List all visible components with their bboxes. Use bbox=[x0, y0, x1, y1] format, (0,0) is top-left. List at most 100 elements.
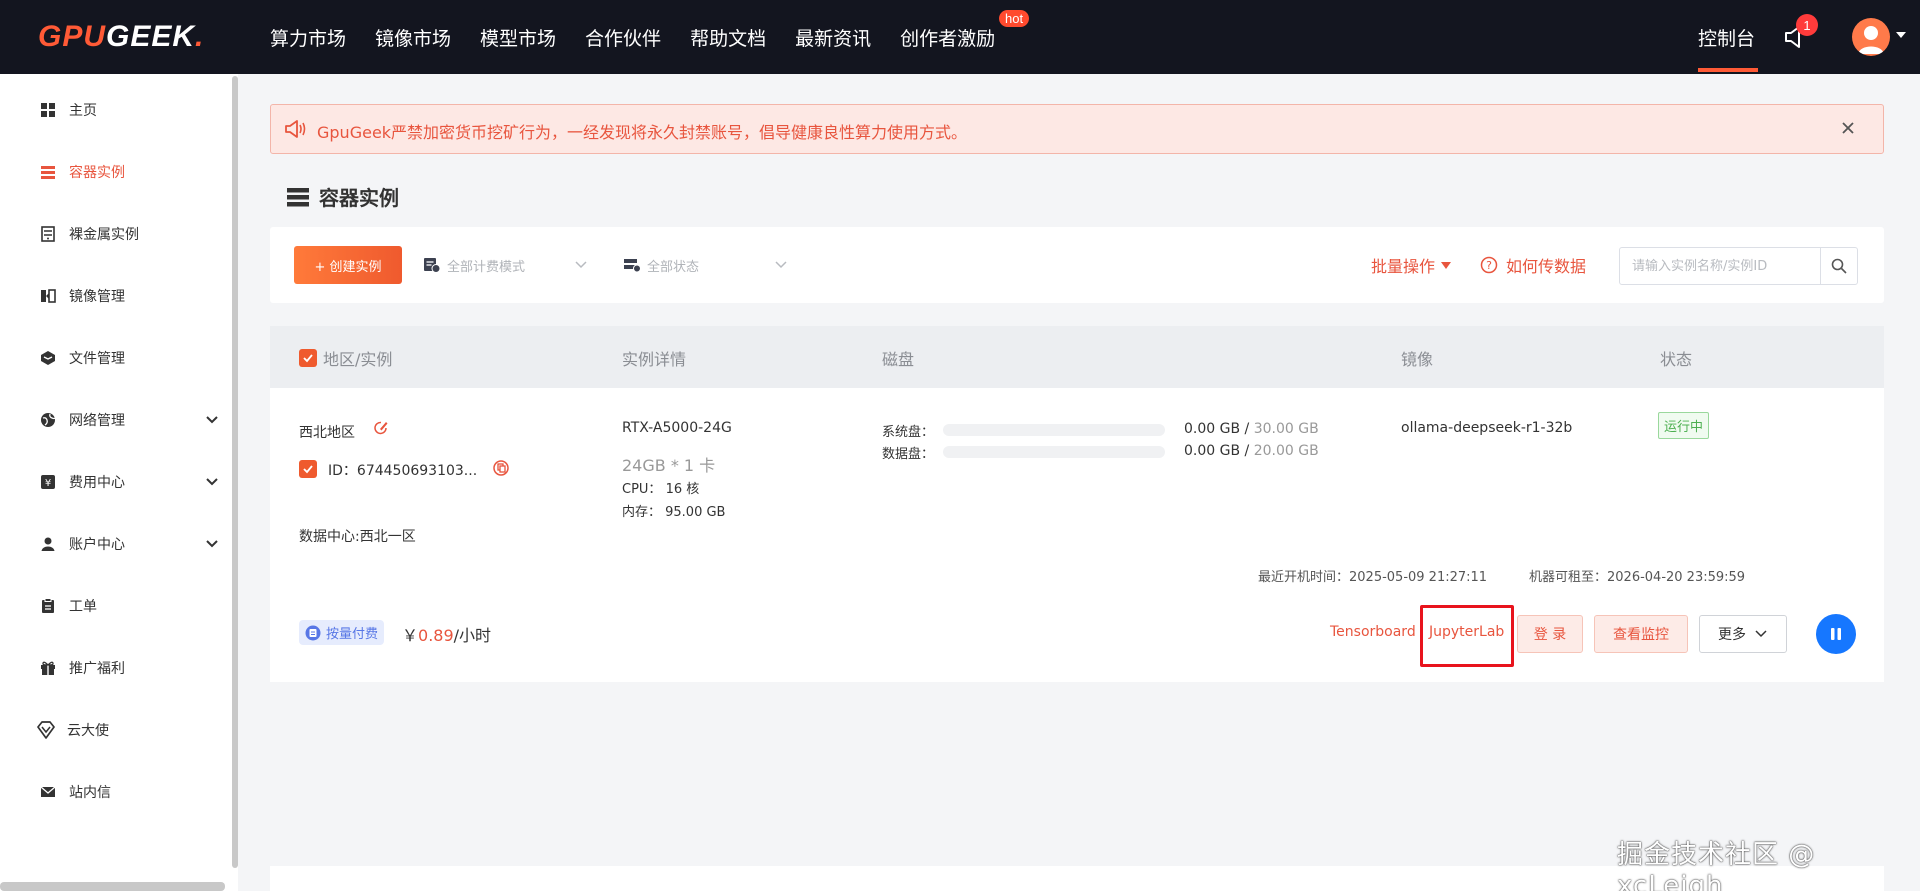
pause-button[interactable] bbox=[1816, 614, 1856, 654]
avatar-caret-icon[interactable] bbox=[1896, 32, 1906, 38]
batch-operations-label: 批量操作 bbox=[1371, 257, 1436, 276]
sidebar-item-images[interactable]: 镜像管理 bbox=[40, 284, 220, 308]
sidebar-item-ambassador[interactable]: 云大使 bbox=[36, 718, 216, 742]
edit-icon[interactable] bbox=[372, 419, 390, 437]
more-label: 更多 bbox=[1718, 627, 1746, 643]
caret-down-icon bbox=[1441, 261, 1452, 269]
chevron-down-icon bbox=[1755, 630, 1767, 638]
pay-mode-badge: 按量付费 bbox=[299, 620, 385, 645]
data-disk-used: 0.00 GB bbox=[1184, 443, 1241, 459]
pause-icon bbox=[1831, 628, 1841, 640]
header-region-label: 地区/实例 bbox=[323, 350, 393, 369]
chevron-down-icon[interactable] bbox=[204, 536, 220, 552]
user-icon bbox=[41, 537, 55, 551]
sidebar: 主页 容器实例 裸金属实例 镜像管理 文件管理 网络管理 ¥ 费用中心 账户中心… bbox=[0, 74, 238, 891]
billing-mode-filter[interactable]: 全部计费模式 bbox=[423, 253, 525, 277]
select-all-checkbox[interactable] bbox=[299, 349, 317, 367]
brand-logo-dot: . bbox=[195, 20, 205, 53]
chevron-down-icon[interactable] bbox=[774, 258, 788, 272]
header-region: 地区/实例 bbox=[299, 346, 392, 370]
server-icon bbox=[41, 166, 55, 179]
instance-table-header: 地区/实例 实例详情 磁盘 镜像 状态 bbox=[270, 326, 1884, 388]
close-icon[interactable] bbox=[1839, 119, 1857, 137]
sidebar-item-network[interactable]: 网络管理 bbox=[40, 408, 220, 432]
sidebar-item-home[interactable]: 主页 bbox=[40, 98, 220, 122]
nav-item-news[interactable]: 最新资讯 bbox=[795, 24, 871, 51]
avatar-person-icon bbox=[1858, 26, 1884, 54]
search-button[interactable] bbox=[1820, 247, 1858, 285]
brand-logo[interactable]: GPUGEEK. bbox=[38, 20, 204, 54]
last-boot-time: 最近开机时间：2025-05-09 21:27:11 bbox=[1258, 570, 1488, 585]
data-disk-slash: / bbox=[1244, 443, 1250, 459]
batch-operations-dropdown[interactable]: 批量操作 bbox=[1371, 253, 1452, 277]
gift-icon bbox=[41, 661, 55, 675]
header-status: 状态 bbox=[1660, 350, 1693, 369]
instance-gpu-spec: 24GB * 1 卡 bbox=[622, 456, 716, 475]
login-button[interactable]: 登 录 bbox=[1517, 615, 1583, 653]
sidebar-item-label: 费用中心 bbox=[69, 475, 125, 491]
nav-item-help-docs[interactable]: 帮助文档 bbox=[690, 24, 766, 51]
data-disk-usage-bar bbox=[943, 446, 1165, 458]
status-filter[interactable]: 全部状态 bbox=[623, 253, 699, 277]
instance-id: ID：674450693103... bbox=[328, 460, 477, 480]
header-detail: 实例详情 bbox=[622, 350, 687, 369]
instance-cpu: CPU： 16 核 bbox=[622, 482, 700, 497]
pay-mode-label: 按量付费 bbox=[326, 627, 379, 642]
instance-checkbox[interactable] bbox=[299, 460, 317, 478]
instance-gpu-model: RTX-A5000-24G bbox=[622, 420, 732, 436]
nav-item-creator-incentive[interactable]: 创作者激励 hot bbox=[900, 9, 1030, 51]
user-avatar[interactable] bbox=[1852, 18, 1890, 56]
nav-item-partners[interactable]: 合作伙伴 bbox=[585, 24, 661, 51]
sidebar-scrollbar[interactable] bbox=[232, 76, 238, 868]
instance-image: ollama-deepseek-r1-32b bbox=[1401, 420, 1573, 436]
box-icon bbox=[41, 351, 55, 365]
sidebar-item-account[interactable]: 账户中心 bbox=[40, 532, 220, 556]
instance-id-label: ID： bbox=[328, 463, 357, 479]
watermark: 掘金技术社区 @ xcLeigh bbox=[1617, 840, 1816, 891]
check-icon bbox=[303, 465, 313, 474]
status-icon bbox=[624, 259, 641, 273]
sidebar-item-tickets[interactable]: 工单 bbox=[40, 594, 220, 618]
console-link[interactable]: 控制台 bbox=[1698, 0, 1755, 74]
sidebar-horizontal-scrollbar[interactable] bbox=[0, 882, 225, 891]
sidebar-item-promotions[interactable]: 推广福利 bbox=[40, 656, 220, 680]
chevron-down-icon[interactable] bbox=[204, 412, 220, 428]
header-disk: 磁盘 bbox=[882, 350, 915, 369]
sidebar-item-billing[interactable]: ¥ 费用中心 bbox=[40, 470, 220, 494]
page-title-text: 容器实例 bbox=[319, 186, 399, 210]
baremetal-icon bbox=[41, 226, 55, 242]
more-button[interactable]: 更多 bbox=[1699, 615, 1787, 653]
data-disk-label: 数据盘： bbox=[882, 447, 935, 462]
console-active-underline bbox=[1698, 68, 1758, 72]
diamond-icon bbox=[37, 721, 55, 739]
svg-text:¥: ¥ bbox=[45, 478, 51, 489]
tensorboard-button[interactable]: Tensorboard bbox=[1330, 624, 1416, 640]
clipboard-icon bbox=[42, 598, 54, 613]
mail-icon bbox=[40, 786, 56, 797]
view-monitor-button[interactable]: 查看监控 bbox=[1594, 615, 1688, 653]
data-disk-total: 20.00 GB bbox=[1253, 443, 1319, 459]
sidebar-item-containers[interactable]: 容器实例 bbox=[40, 160, 220, 184]
sidebar-item-messages[interactable]: 站内信 bbox=[40, 780, 220, 804]
sidebar-item-label: 文件管理 bbox=[69, 351, 125, 367]
chevron-down-icon[interactable] bbox=[204, 474, 220, 490]
copy-icon[interactable] bbox=[492, 459, 510, 477]
how-to-transfer-data-link[interactable]: ? 如何传数据 bbox=[1480, 253, 1586, 277]
price-value: 0.89 bbox=[418, 626, 454, 645]
nav-item-model-market[interactable]: 模型市场 bbox=[480, 24, 556, 51]
search-icon bbox=[1831, 258, 1847, 274]
search-input[interactable] bbox=[1619, 247, 1821, 285]
sidebar-item-label: 云大使 bbox=[67, 723, 109, 739]
image-icon bbox=[41, 289, 56, 303]
sidebar-item-baremetal[interactable]: 裸金属实例 bbox=[40, 222, 220, 246]
nav-item-image-market[interactable]: 镜像市场 bbox=[375, 24, 451, 51]
system-disk-usage-bar bbox=[943, 424, 1165, 436]
chevron-down-icon[interactable] bbox=[574, 258, 588, 272]
sidebar-item-label: 主页 bbox=[69, 103, 97, 119]
nav-item-compute-market[interactable]: 算力市场 bbox=[270, 24, 346, 51]
create-instance-button[interactable]: + 创建实例 bbox=[294, 246, 402, 284]
nav-item-creator-label: 创作者激励 bbox=[900, 27, 996, 50]
page-title: 容器实例 bbox=[287, 182, 399, 211]
system-disk-total: 30.00 GB bbox=[1253, 421, 1319, 437]
sidebar-item-files[interactable]: 文件管理 bbox=[40, 346, 220, 370]
